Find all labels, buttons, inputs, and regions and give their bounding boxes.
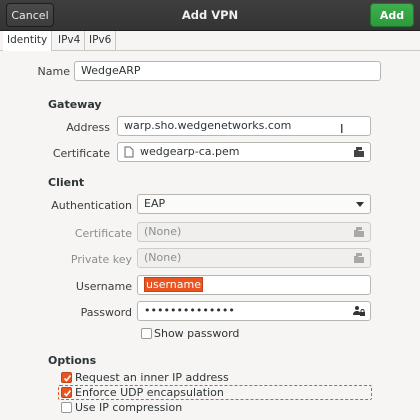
tab-identity[interactable]: Identity	[3, 31, 53, 51]
show-password-label: Show password	[154, 327, 240, 340]
tab-ipv4[interactable]: IPv4	[54, 31, 86, 51]
ip-compression-label: Use IP compression	[75, 401, 183, 414]
chevron-down-icon	[356, 202, 364, 207]
gateway-certificate-value: wedgearp-ca.pem	[140, 145, 240, 158]
document-open-icon[interactable]	[353, 252, 365, 264]
text-cursor-icon: I	[340, 122, 344, 136]
address-label: Address	[66, 121, 110, 134]
client-certificate-value: (None)	[144, 225, 182, 238]
authentication-value: EAP	[144, 197, 166, 210]
client-certificate-chooser[interactable]: (None)	[137, 222, 371, 242]
tab-ipv6[interactable]: IPv6	[85, 31, 117, 51]
user-lock-icon[interactable]	[353, 305, 365, 317]
address-value: warp.sho.wedgenetworks.com	[124, 119, 292, 132]
gateway-certificate-label: Certificate	[52, 147, 110, 160]
header-bar: Cancel Add VPN Add	[0, 0, 420, 31]
gateway-certificate-chooser[interactable]: wedgearp-ca.pem	[117, 142, 371, 162]
private-key-value: (None)	[144, 251, 182, 264]
file-icon	[124, 146, 134, 158]
udp-encapsulation-checkbox[interactable]	[61, 387, 72, 398]
authentication-label: Authentication	[51, 199, 132, 212]
tab-bar: Identity IPv4 IPv6	[0, 31, 420, 51]
name-label: Name	[37, 65, 70, 78]
username-label: Username	[75, 280, 132, 293]
ip-compression-checkbox[interactable]	[61, 402, 72, 413]
udp-encapsulation-label: Enforce UDP encapsulation	[75, 386, 224, 399]
password-value: ••••••••••••••	[144, 304, 235, 317]
private-key-chooser[interactable]: (None)	[137, 248, 371, 268]
client-section-title: Client	[48, 176, 85, 189]
inner-ip-label: Request an inner IP address	[75, 371, 229, 384]
inner-ip-checkbox[interactable]	[61, 372, 72, 383]
username-value: username	[144, 277, 203, 292]
check-icon	[63, 375, 72, 382]
add-button[interactable]: Add	[370, 3, 414, 27]
dialog-title: Add VPN	[181, 8, 239, 22]
username-input[interactable]: username	[137, 275, 371, 295]
options-section-title: Options	[48, 354, 97, 367]
document-open-icon[interactable]	[353, 226, 365, 238]
gateway-section-title: Gateway	[48, 98, 102, 111]
show-password-checkbox[interactable]	[141, 328, 152, 339]
private-key-label: Private key	[70, 253, 132, 266]
address-input[interactable]: warp.sho.wedgenetworks.com I	[117, 116, 371, 136]
check-icon	[63, 390, 72, 397]
name-input[interactable]: WedgeARP	[74, 61, 381, 81]
client-certificate-label: Certificate	[74, 227, 132, 240]
password-label: Password	[80, 306, 132, 319]
document-open-icon[interactable]	[353, 146, 365, 158]
password-input[interactable]: ••••••••••••••	[137, 301, 371, 321]
authentication-dropdown[interactable]: EAP	[137, 194, 371, 214]
